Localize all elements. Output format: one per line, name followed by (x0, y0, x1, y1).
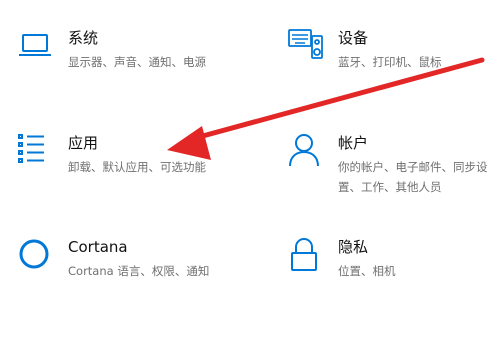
person-icon (288, 133, 324, 169)
lock-icon (288, 237, 324, 273)
settings-tile-privacy[interactable]: 隐私 位置、相机 (288, 237, 498, 317)
tile-desc-privacy: 位置、相机 (338, 264, 396, 278)
tile-desc-accounts: 你的帐户、电子邮件、同步设置、工作、其他人员 (338, 160, 488, 194)
tile-desc-system: 显示器、声音、通知、电源 (68, 55, 206, 69)
tile-title-privacy: 隐私 (338, 238, 369, 256)
settings-tile-system[interactable]: 系统 显示器、声音、通知、电源 (18, 28, 258, 108)
settings-tile-apps[interactable]: 应用 卸载、默认应用、可选功能 (18, 133, 258, 213)
tile-desc-devices: 蓝牙、打印机、鼠标 (338, 55, 442, 69)
settings-tile-accounts[interactable]: 帐户 你的帐户、电子邮件、同步设置、工作、其他人员 (288, 133, 500, 233)
tile-title-cortana: Cortana (68, 238, 128, 256)
tile-desc-apps: 卸载、默认应用、可选功能 (68, 160, 206, 174)
keyboard-icon (288, 28, 324, 64)
cortana-icon (18, 237, 54, 273)
settings-tile-devices[interactable]: 设备 蓝牙、打印机、鼠标 (288, 28, 498, 108)
apps-list-icon (18, 133, 54, 169)
laptop-icon (18, 28, 54, 64)
tile-title-devices: 设备 (338, 29, 369, 47)
tile-title-accounts: 帐户 (338, 134, 369, 152)
settings-tile-cortana[interactable]: Cortana Cortana 语言、权限、通知 (18, 237, 258, 317)
tile-title-apps: 应用 (68, 134, 99, 152)
tile-desc-cortana: Cortana 语言、权限、通知 (68, 264, 210, 278)
tile-title-system: 系统 (68, 29, 99, 47)
